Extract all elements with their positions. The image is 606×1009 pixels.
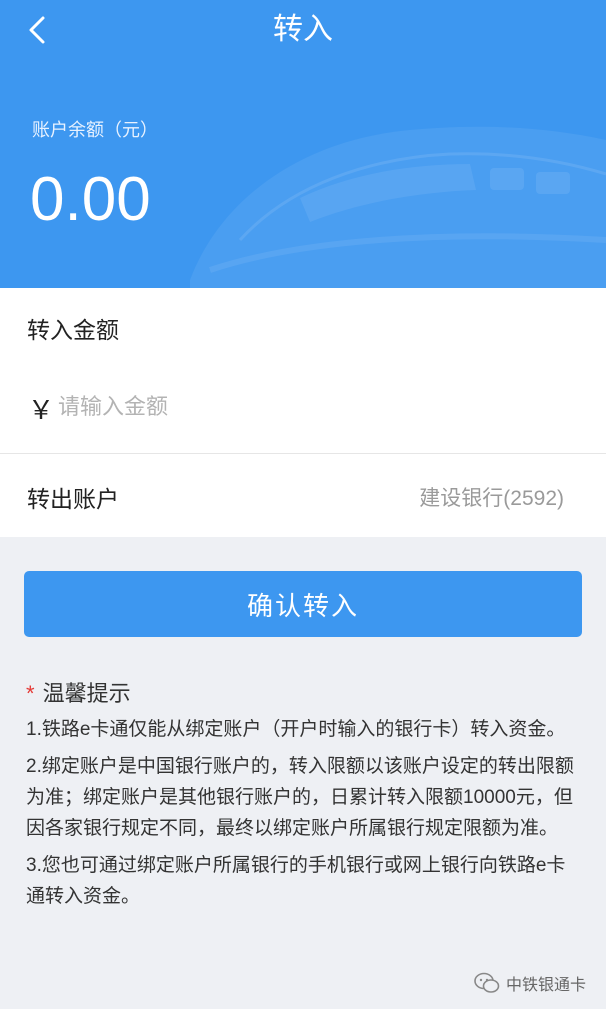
account-value: 建设银行(2592) xyxy=(419,487,564,510)
tips-list: 1.铁路e卡通仅能从绑定账户（开户时输入的银行卡）转入资金。 2.绑定账户是中国… xyxy=(26,714,582,918)
tips-title-text: 温馨提示 xyxy=(42,681,131,706)
balance-value: 0.00 xyxy=(30,165,151,234)
confirm-transfer-button[interactable]: 确认转入 xyxy=(24,571,582,637)
tip-item: 1.铁路e卡通仅能从绑定账户（开户时输入的银行卡）转入资金。 xyxy=(26,719,566,740)
account-label: 转出账户 xyxy=(27,486,119,512)
tip-item: 3.您也可通过绑定账户所属银行的手机银行或网上银行向铁路e卡通转入资金。 xyxy=(26,855,566,907)
currency-symbol: ￥ xyxy=(28,395,55,425)
header-banner: 转入 账户余额（元） 0.00 xyxy=(0,0,606,288)
train-illustration xyxy=(190,126,606,288)
tip-item: 2.绑定账户是中国银行账户的，转入限额以该账户设定的转出限额为准；绑定账户是其他… xyxy=(26,756,574,839)
wechat-icon xyxy=(474,972,500,993)
amount-label: 转入金额 xyxy=(27,317,119,343)
tips-title: * 温馨提示 xyxy=(26,676,131,708)
watermark-text: 中铁银通卡 xyxy=(505,977,586,994)
required-star: * xyxy=(26,681,35,706)
source-account-row[interactable]: 转出账户 建设银行(2592) xyxy=(0,454,606,537)
watermark: 中铁银通卡 xyxy=(474,971,586,995)
page-title: 转入 xyxy=(273,13,333,46)
amount-input[interactable] xyxy=(58,388,558,426)
balance-label: 账户余额（元） xyxy=(32,120,158,140)
